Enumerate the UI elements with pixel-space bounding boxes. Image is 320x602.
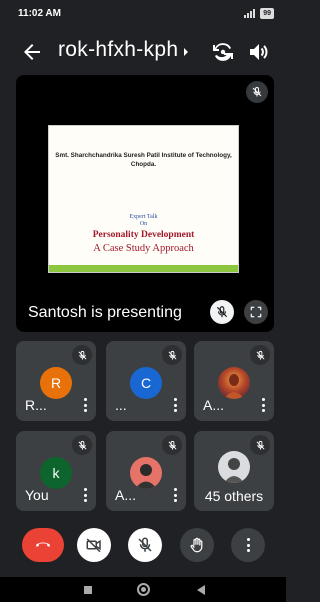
participant-name: R... (25, 397, 47, 413)
call-end-icon (36, 542, 50, 547)
avatar (218, 367, 250, 399)
avatar (218, 451, 250, 483)
mic-muted-icon (246, 81, 268, 103)
others-count: 45 others (204, 488, 264, 504)
more-vert-icon[interactable] (80, 488, 90, 502)
fullscreen-icon (250, 306, 262, 318)
avatar: R (40, 367, 72, 399)
fullscreen-button[interactable] (244, 300, 268, 324)
meeting-code[interactable]: rok-hfxh-kph (58, 38, 178, 62)
avatar (130, 457, 162, 489)
participant-tile[interactable]: A... (194, 341, 274, 421)
participant-tile[interactable]: C ... (106, 341, 186, 421)
status-bar: 11:02 AM 99 (0, 0, 286, 26)
avatar: C (130, 367, 162, 399)
more-vert-icon[interactable] (170, 398, 180, 412)
more-vert-icon[interactable] (258, 398, 268, 412)
presenting-label: Santosh is presenting (28, 304, 182, 321)
mic-toggle-button[interactable] (128, 528, 162, 562)
participant-tile[interactable]: A... (106, 431, 186, 511)
speaker-icon[interactable] (246, 40, 270, 64)
mic-muted-icon (250, 435, 270, 455)
top-bar: rok-hfxh-kph (0, 32, 286, 72)
participant-tile-self[interactable]: k You (16, 431, 96, 511)
more-vert-icon[interactable] (170, 488, 180, 502)
more-options-button[interactable] (231, 528, 265, 562)
participant-name: A... (203, 397, 225, 413)
participant-name: ... (115, 397, 127, 413)
switch-camera-icon[interactable] (211, 40, 235, 64)
participant-name: A... (115, 487, 137, 503)
camera-off-icon (86, 538, 101, 553)
participant-tile[interactable]: R R... (16, 341, 96, 421)
mic-muted-icon (162, 345, 182, 365)
participant-name: You (25, 487, 49, 503)
mic-muted-icon (72, 435, 92, 455)
mic-off-icon (138, 537, 152, 552)
back-triangle-icon[interactable] (197, 585, 206, 595)
others-tile[interactable]: 45 others (194, 431, 274, 511)
slide-institute: Smt. Sharchchandrika Suresh Patil Instit… (55, 152, 232, 168)
end-call-button[interactable] (22, 528, 64, 562)
slide-title: Personality Development (92, 230, 195, 240)
more-vert-icon[interactable] (80, 398, 90, 412)
hand-icon (190, 537, 203, 553)
slide-expert-talk: Expert Talk On (129, 214, 158, 227)
battery-icon: 99 (260, 7, 274, 19)
status-time: 11:02 AM (18, 7, 61, 19)
signal-icon (244, 8, 256, 18)
mic-muted-icon (250, 345, 270, 365)
status-icons: 99 (244, 7, 274, 19)
presenter-mic-muted-icon[interactable] (210, 300, 234, 324)
mic-muted-icon (162, 435, 182, 455)
avatar: k (40, 457, 72, 489)
mic-muted-icon (72, 345, 92, 365)
presentation-slide: Smt. Sharchchandrika Suresh Patil Instit… (48, 125, 239, 273)
raise-hand-button[interactable] (180, 528, 214, 562)
home-icon[interactable] (137, 583, 150, 596)
camera-toggle-button[interactable] (77, 528, 111, 562)
presentation-stage[interactable]: Smt. Sharchchandrika Suresh Patil Instit… (16, 75, 274, 332)
back-arrow-icon[interactable] (20, 40, 44, 64)
system-nav-bar (0, 577, 286, 602)
slide-footer-bar (49, 265, 238, 272)
recents-icon[interactable] (84, 586, 92, 594)
slide-subtitle: A Case Study Approach (93, 243, 194, 254)
more-vert-icon (246, 538, 250, 552)
chevron-right-icon[interactable] (181, 45, 191, 59)
